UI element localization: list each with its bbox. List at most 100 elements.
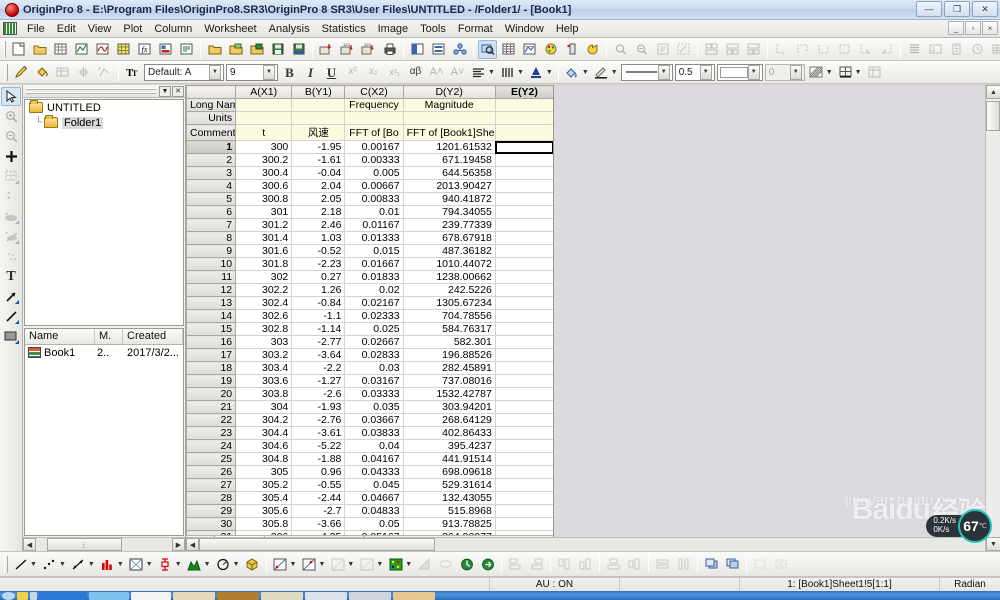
table-row[interactable]: 20 303.8 -2.6 0.03333 1532.42787: [186, 387, 553, 401]
menu-edit[interactable]: Edit: [51, 22, 82, 36]
table-cell-a[interactable]: 305.6: [235, 504, 293, 518]
panel-menu-button[interactable]: ▼: [159, 85, 171, 97]
table-cell-e[interactable]: [494, 179, 553, 193]
send-to-back-icon[interactable]: [723, 555, 742, 574]
worksheet-window-icon[interactable]: [499, 40, 518, 59]
table-cell-c[interactable]: 0.02: [344, 283, 404, 297]
table-row[interactable]: 16 303 -2.77 0.02667 582.301: [186, 335, 553, 349]
save-template-icon[interactable]: [289, 40, 308, 59]
table-cell-c[interactable]: 0.04167: [344, 452, 404, 466]
table-cell-c[interactable]: 0.03667: [344, 413, 404, 427]
row-header[interactable]: 23: [186, 426, 237, 440]
table-cell-e[interactable]: [494, 166, 553, 180]
table-cell-c[interactable]: 0.01333: [344, 231, 404, 245]
table-cell-d[interactable]: 487.36182: [402, 244, 496, 258]
clock-stamp-icon[interactable]: [968, 40, 987, 59]
table-cell-d[interactable]: 303.94201: [402, 400, 496, 414]
row-header[interactable]: 16: [186, 335, 237, 349]
row-header[interactable]: 27: [186, 478, 237, 492]
row-header[interactable]: 4: [186, 179, 237, 193]
line-style-combo[interactable]: ▼: [620, 63, 673, 81]
table-cell-e[interactable]: [494, 231, 553, 245]
metadata-cell[interactable]: [291, 98, 346, 112]
metadata-cell[interactable]: [291, 111, 346, 125]
table-row[interactable]: 21 304 -1.93 0.035 303.94201: [186, 400, 553, 414]
table-cell-e[interactable]: [494, 244, 553, 258]
chevron-down-icon[interactable]: ▼: [263, 64, 275, 80]
table-cell-c[interactable]: 0.04667: [344, 491, 404, 505]
taskbar-origin-icon[interactable]: [217, 591, 259, 600]
table-cell-c[interactable]: 0.03167: [344, 374, 404, 388]
new-project-icon[interactable]: [9, 40, 28, 59]
menu-analysis[interactable]: Analysis: [263, 22, 316, 36]
column-header-b[interactable]: B(Y1): [291, 85, 346, 99]
row-header[interactable]: 19: [186, 374, 237, 388]
table-cell-a[interactable]: 301: [235, 205, 293, 219]
table-cell-a[interactable]: 301.6: [235, 244, 293, 258]
pointer-arrow-tool[interactable]: [1, 87, 21, 106]
row-header[interactable]: 21: [186, 400, 237, 414]
3d-plot-icon[interactable]: [243, 555, 262, 574]
menu-worksheet[interactable]: Worksheet: [198, 22, 262, 36]
print-icon[interactable]: [380, 40, 399, 59]
notes-window-icon[interactable]: [653, 40, 672, 59]
results-log-icon[interactable]: [429, 40, 448, 59]
legend-columns-icon[interactable]: [947, 40, 966, 59]
line-plot-icon[interactable]: [11, 555, 30, 574]
draw-data-tool[interactable]: [1, 207, 21, 226]
panel-drag-grip[interactable]: [26, 87, 156, 95]
menu-help[interactable]: Help: [550, 22, 585, 36]
table-cell-a[interactable]: 302.4: [235, 296, 293, 310]
pencil-line-icon[interactable]: [592, 63, 611, 82]
fill-pattern-color-combo[interactable]: ▼: [716, 63, 763, 81]
table-cell-e[interactable]: [494, 465, 553, 479]
table-cell-e[interactable]: [494, 426, 553, 440]
import-single-ascii-icon[interactable]: 123: [338, 40, 357, 59]
table-cell-b[interactable]: 1.03: [291, 231, 346, 245]
table-cell-a[interactable]: 304.2: [235, 413, 293, 427]
layer-contents-icon[interactable]: [520, 40, 539, 59]
pattern-index-combo[interactable]: 0 ▼: [764, 63, 805, 81]
explorer-horizontal-scrollbar[interactable]: ◀ ⋮ ▶: [23, 537, 185, 551]
chevron-down-icon[interactable]: ▼: [789, 64, 802, 80]
table-cell-a[interactable]: 301.4: [235, 231, 293, 245]
table-cell-d[interactable]: 1532.42787: [402, 387, 496, 401]
menu-column[interactable]: Column: [148, 22, 198, 36]
table-cell-a[interactable]: 300.2: [235, 153, 293, 167]
table-cell-c[interactable]: 0.01167: [344, 218, 404, 232]
hatch-pattern-icon[interactable]: [807, 63, 826, 82]
table-cell-d[interactable]: 671.19458: [402, 153, 496, 167]
rectangle-tool[interactable]: [1, 327, 21, 346]
mask-points-icon[interactable]: [299, 555, 318, 574]
chevron-down-icon[interactable]: ▼: [855, 69, 862, 76]
table-cell-e[interactable]: [494, 361, 553, 375]
increase-font-button[interactable]: A˄: [427, 63, 446, 82]
table-cell-a[interactable]: 303.2: [235, 348, 293, 362]
table-cell-b[interactable]: -0.84: [291, 296, 346, 310]
chevron-down-icon[interactable]: ▼: [546, 69, 553, 76]
enable-disable-mask-icon[interactable]: [457, 555, 476, 574]
table-row[interactable]: 18 303.4 -2.2 0.03 282.45891: [186, 361, 553, 375]
table-row[interactable]: 26 305 0.96 0.04333 698.09618: [186, 465, 553, 479]
align-left-layers-icon[interactable]: [772, 40, 791, 59]
table-cell-d[interactable]: 1010.44072: [402, 257, 496, 271]
table-cell-e[interactable]: [494, 400, 553, 414]
fill-color-bucket-icon[interactable]: [32, 63, 51, 82]
table-cell-d[interactable]: 1305.67234: [402, 296, 496, 310]
column-header-d[interactable]: D(Y2): [402, 85, 496, 99]
worksheet-document-icon[interactable]: [3, 22, 17, 35]
table-cell-d[interactable]: 913.78825: [402, 517, 496, 531]
metadata-cell[interactable]: FFT of [Book1]Shee: [402, 124, 496, 141]
metadata-cell[interactable]: [344, 111, 404, 125]
table-cell-a[interactable]: 305.8: [235, 517, 293, 531]
bold-button[interactable]: B: [280, 63, 299, 82]
table-row[interactable]: 3 300.4 -0.04 0.005 644.56358: [186, 166, 553, 180]
table-cell-c[interactable]: 0.04: [344, 439, 404, 453]
table-cell-b[interactable]: 2.46: [291, 218, 346, 232]
zoom-panel-icon[interactable]: [632, 40, 651, 59]
table-cell-d[interactable]: 1238.00662: [402, 270, 496, 284]
mask-range-icon[interactable]: [271, 555, 290, 574]
column-header-e[interactable]: E(Y2): [494, 85, 553, 99]
table-cell-c[interactable]: 0.005: [344, 166, 404, 180]
table-cell-b[interactable]: -0.52: [291, 244, 346, 258]
